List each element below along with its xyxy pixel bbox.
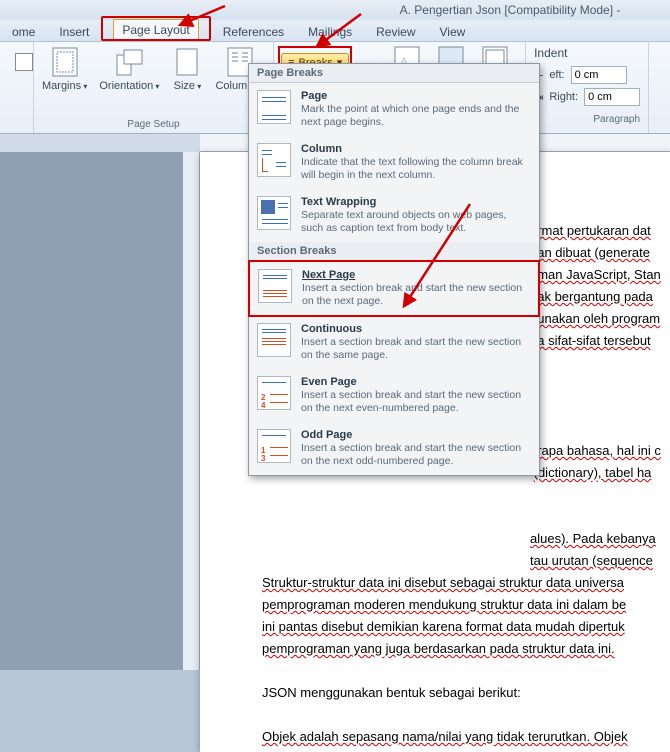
tab-view[interactable]: View [428,22,478,41]
dd-oddpage-desc: Insert a section break and start the new… [301,442,531,468]
dd-nextpage-desc: Insert a section break and start the new… [302,282,530,308]
indent-right-input[interactable] [584,88,640,106]
tab-review[interactable]: Review [364,22,427,41]
dd-oddpage-title: Odd Page [301,429,531,441]
continuous-icon [257,323,291,357]
group-themes-label [4,117,29,133]
text-wrapping-icon [257,196,291,230]
indent-title: Indent [534,46,640,60]
orientation-icon [113,46,145,78]
section-breaks-header: Section Breaks [249,242,539,261]
dd-textwrap-title: Text Wrapping [301,196,531,208]
tab-home[interactable]: ome [0,22,47,41]
dd-page-desc: Mark the point at which one page ends an… [301,103,531,129]
group-paragraph: Indent ⇤ eft: ⇥ Right: Paragraph [526,42,649,133]
odd-page-icon: 13 [257,429,291,463]
tab-references[interactable]: References [211,22,296,41]
dd-evenpage-desc: Insert a section break and start the new… [301,389,531,415]
page-breaks-header: Page Breaks [249,64,539,83]
highlight-page-layout: Page Layout [101,16,210,41]
dd-evenpage-title: Even Page [301,376,531,388]
even-page-icon: 24 [257,376,291,410]
tab-insert[interactable]: Insert [47,22,101,41]
indent-right-label: Right: [549,91,578,103]
page-break-icon [257,90,291,124]
ribbon-tabs: ome Insert Page Layout References Mailin… [0,20,670,42]
group-paragraph-label: Paragraph [534,112,640,128]
margins-label: Margins [42,80,87,93]
dd-continuous-title: Continuous [301,323,531,335]
group-themes [0,42,34,133]
next-page-icon [258,269,292,303]
dd-odd-page[interactable]: 13 Odd PageInsert a section break and st… [249,422,539,475]
dd-text-wrapping[interactable]: Text WrappingSeparate text around object… [249,189,539,242]
dd-next-page[interactable]: Next PageInsert a section break and star… [248,260,540,317]
size-label: Size [174,80,202,93]
margins-icon [49,46,81,78]
group-page-setup-label: Page Setup [38,117,269,133]
dd-continuous[interactable]: ContinuousInsert a section break and sta… [249,316,539,369]
orientation-label: Orientation [99,80,159,93]
dd-nextpage-title: Next Page [302,269,530,281]
size-icon [171,46,203,78]
dd-column-title: Column [301,143,531,155]
column-break-icon [257,143,291,177]
vertical-ruler [183,152,200,670]
dd-column[interactable]: ColumnIndicate that the text following t… [249,136,539,189]
dd-column-desc: Indicate that the text following the col… [301,156,531,182]
size-button[interactable]: Size [167,44,207,95]
tab-mailings[interactable]: Mailings [296,22,364,41]
dd-textwrap-desc: Separate text around objects on web page… [301,209,531,235]
dd-even-page[interactable]: 24 Even PageInsert a section break and s… [249,369,539,422]
indent-left-input[interactable] [571,66,627,84]
dd-page-title: Page [301,90,531,102]
tab-page-layout[interactable]: Page Layout [113,19,198,39]
breaks-dropdown: Page Breaks PageMark the point at which … [248,63,540,476]
dd-page[interactable]: PageMark the point at which one page end… [249,83,539,136]
indent-left-label: eft: [549,69,564,81]
dd-continuous-desc: Insert a section break and start the new… [301,336,531,362]
orientation-button[interactable]: Orientation [95,44,163,95]
margins-button[interactable]: Margins [38,44,91,95]
group-page-setup: Margins Orientation Size Columns Page Se… [34,42,274,133]
